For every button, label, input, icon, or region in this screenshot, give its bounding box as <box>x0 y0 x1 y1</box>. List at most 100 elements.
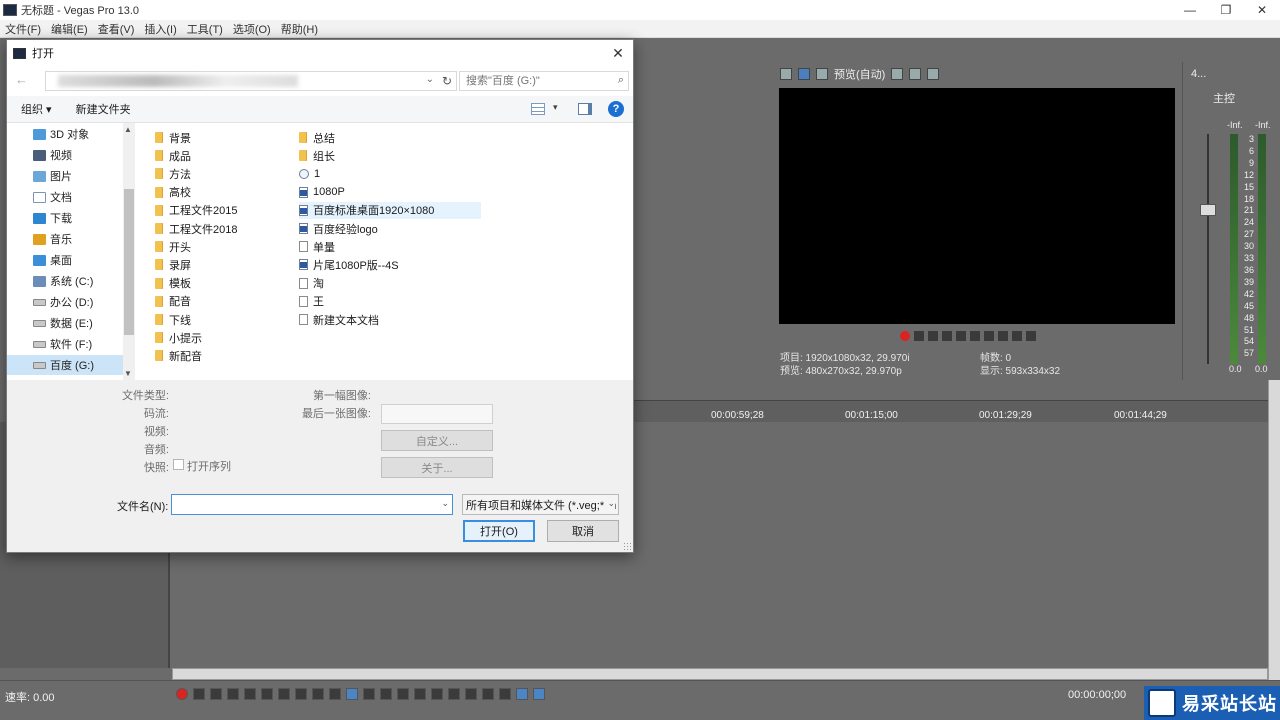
nav-item-drive-g[interactable]: 百度 (G:) <box>7 355 123 375</box>
file-item[interactable]: 1080P <box>299 184 481 201</box>
master-fader[interactable] <box>1200 204 1216 216</box>
chevron-down-icon[interactable]: ⌄ <box>605 498 615 509</box>
new-folder-button[interactable]: 新建文件夹 <box>76 101 131 117</box>
loop-icon[interactable] <box>193 688 205 700</box>
lock-icon[interactable] <box>465 688 477 700</box>
open-button[interactable]: 打开(O) <box>463 520 535 542</box>
nav-item-videos[interactable]: 视频 <box>7 145 123 165</box>
menu-options[interactable]: 选项(O) <box>228 21 276 37</box>
nav-item-drive-f[interactable]: 软件 (F:) <box>7 334 123 354</box>
nav-item-3d-objects[interactable]: 3D 对象 <box>7 124 123 144</box>
normal-edit-tool-icon[interactable] <box>346 688 358 700</box>
folder-item[interactable]: 成品 <box>155 147 275 164</box>
go-start-icon[interactable] <box>278 688 290 700</box>
file-item[interactable]: 王 <box>299 293 481 310</box>
file-item[interactable]: 单量 <box>299 238 481 255</box>
address-bar[interactable]: ⌄ ↻ <box>45 71 457 91</box>
file-type-select[interactable]: 所有项目和媒体文件 (*.veg;*.m ⌄ <box>462 494 619 515</box>
folder-item[interactable]: 方法 <box>155 165 275 182</box>
menu-help[interactable]: 帮助(H) <box>276 21 323 37</box>
file-item[interactable]: 1 <box>299 165 481 182</box>
trim-icon[interactable] <box>431 688 443 700</box>
folder-item[interactable]: 模板 <box>155 275 275 292</box>
prev-frame-icon[interactable] <box>1012 331 1022 341</box>
record-icon[interactable] <box>900 331 910 341</box>
scroll-thumb[interactable] <box>124 189 134 335</box>
copy-snapshot-icon[interactable] <box>909 68 922 80</box>
folder-item[interactable]: 高校 <box>155 184 275 201</box>
folder-item[interactable]: 录屏 <box>155 256 275 273</box>
preview-properties-icon[interactable] <box>780 68 792 80</box>
dialog-close-button[interactable]: ✕ <box>609 44 627 62</box>
overlay-icon[interactable] <box>891 68 904 80</box>
preview-quality-dropdown[interactable]: 预览(自动) <box>834 66 885 82</box>
file-item[interactable]: 百度经验logo <box>299 220 481 237</box>
split-screen-icon[interactable] <box>816 68 828 80</box>
menu-tools[interactable]: 工具(T) <box>182 21 228 37</box>
folder-item[interactable]: 新配音 <box>155 347 275 364</box>
auto-ripple-icon[interactable] <box>533 688 545 700</box>
nav-item-drive-e[interactable]: 数据 (E:) <box>7 313 123 333</box>
folder-item[interactable]: 组长 <box>299 147 481 164</box>
next-frame-icon[interactable] <box>1026 331 1036 341</box>
marker-icon[interactable] <box>482 688 494 700</box>
save-snapshot-icon[interactable] <box>927 68 940 80</box>
back-arrow-icon[interactable]: ← <box>15 72 28 87</box>
stop-icon[interactable] <box>970 331 980 341</box>
timeline-horizontal-scrollbar[interactable] <box>172 668 1268 680</box>
menu-insert[interactable]: 插入(I) <box>139 21 181 37</box>
nav-item-drive-c[interactable]: 系统 (C:) <box>7 271 123 291</box>
timeline-vertical-scrollbar[interactable] <box>1268 380 1280 680</box>
nav-item-downloads[interactable]: 下载 <box>7 208 123 228</box>
search-input[interactable] <box>460 72 600 90</box>
pause-icon[interactable] <box>244 688 256 700</box>
go-end-icon[interactable] <box>998 331 1008 341</box>
envelope-tool-icon[interactable] <box>363 688 375 700</box>
minimize-button[interactable]: — <box>1172 0 1208 20</box>
folder-item[interactable]: 小提示 <box>155 329 275 346</box>
refresh-icon[interactable]: ↻ <box>442 74 452 88</box>
nav-item-pictures[interactable]: 图片 <box>7 166 123 186</box>
view-options-icon[interactable] <box>531 103 545 115</box>
nav-item-desktop[interactable]: 桌面 <box>7 250 123 270</box>
stop-icon[interactable] <box>261 688 273 700</box>
nav-item-documents[interactable]: 文档 <box>7 187 123 207</box>
play-from-start-icon[interactable] <box>210 688 222 700</box>
delete-icon[interactable] <box>414 688 426 700</box>
folder-item[interactable]: 配音 <box>155 293 275 310</box>
file-item[interactable]: 片尾1080P版--4S <box>299 256 481 273</box>
chevron-down-icon[interactable]: ⌄ <box>426 74 434 85</box>
play-from-start-icon[interactable] <box>928 331 938 341</box>
file-item[interactable]: 淘 <box>299 275 481 292</box>
file-item[interactable]: 百度标准桌面1920×1080 <box>299 201 481 219</box>
folder-item[interactable]: 背景 <box>155 129 275 146</box>
folder-item[interactable]: 总结 <box>299 129 481 146</box>
loop-icon[interactable] <box>914 331 924 341</box>
record-icon[interactable] <box>176 688 188 700</box>
file-item[interactable]: 新建文本文档 <box>299 311 481 328</box>
menu-view[interactable]: 查看(V) <box>93 21 140 37</box>
pause-icon[interactable] <box>956 331 966 341</box>
navigation-scrollbar[interactable]: ▲ ▼ <box>123 123 135 380</box>
folder-item[interactable]: 下线 <box>155 311 275 328</box>
filename-input[interactable] <box>172 495 434 514</box>
resize-grip-icon[interactable] <box>623 542 631 550</box>
split-icon[interactable] <box>448 688 460 700</box>
go-start-icon[interactable] <box>984 331 994 341</box>
scroll-down-icon[interactable]: ▼ <box>124 369 132 378</box>
selection-tool-icon[interactable] <box>380 688 392 700</box>
menu-edit[interactable]: 编辑(E) <box>46 21 93 37</box>
search-icon[interactable]: ⌕ <box>618 74 624 87</box>
next-frame-icon[interactable] <box>329 688 341 700</box>
scroll-up-icon[interactable]: ▲ <box>124 125 132 134</box>
nav-item-drive-d[interactable]: 办公 (D:) <box>7 292 123 312</box>
cancel-button[interactable]: 取消 <box>547 520 619 542</box>
zoom-tool-icon[interactable] <box>397 688 409 700</box>
snapping-icon[interactable] <box>516 688 528 700</box>
folder-item[interactable]: 开头 <box>155 238 275 255</box>
region-icon[interactable] <box>499 688 511 700</box>
prev-frame-icon[interactable] <box>312 688 324 700</box>
external-monitor-icon[interactable] <box>798 68 810 80</box>
preview-pane-icon[interactable] <box>578 103 592 115</box>
folder-item[interactable]: 工程文件2018 <box>155 220 275 237</box>
